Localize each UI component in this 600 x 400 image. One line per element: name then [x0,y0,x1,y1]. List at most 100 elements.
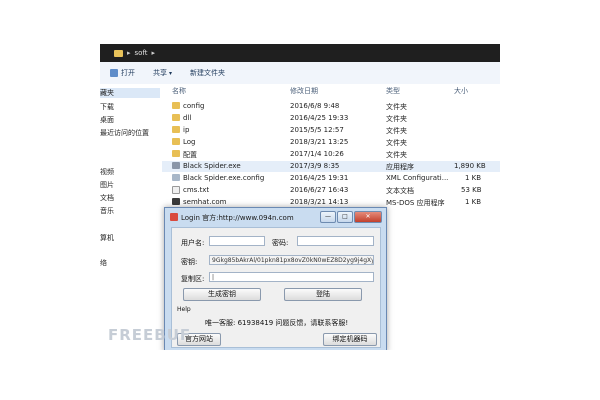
dialog-title-bar[interactable]: Login 官方:http://www.094n.com — □ ✕ [165,208,386,226]
file-date: 2016/6/8 9:48 [290,102,340,110]
nav-item-downloads[interactable]: 下载 [100,102,114,112]
nav-item-documents[interactable]: 文档 [100,193,114,203]
config-file-icon [172,174,180,181]
folder-icon [172,102,180,109]
dos-app-icon [172,198,180,205]
dialog-title: Login 官方:http://www.094n.com [181,214,294,222]
file-type: 文件夹 [386,103,407,111]
maximize-button[interactable]: □ [337,211,353,223]
file-date: 2017/3/9 8:35 [290,162,340,170]
folder-icon [172,150,180,157]
file-name: config [183,102,205,110]
file-date: 2018/3/21 14:13 [290,198,349,206]
help-text: Help [177,306,191,313]
text-file-icon [172,186,180,194]
bind-machine-code-button[interactable]: 绑定机器码 [323,333,377,346]
folder-icon [172,126,180,133]
nav-item-recent[interactable]: 最近访问的位置 [100,128,149,138]
file-row-black-spider-exe[interactable]: Black Spider.exe 2017/3/9 8:35 应用程序 1,89… [162,161,500,172]
nav-item-favorites[interactable]: 藏夹 [100,88,160,98]
username-input[interactable] [209,236,265,246]
exe-icon [172,162,180,169]
file-type: 文件夹 [386,115,407,123]
open-icon [110,69,118,77]
close-button[interactable]: ✕ [354,211,382,223]
nav-item-pictures[interactable]: 图片 [100,180,114,190]
username-label: 用户名: [181,239,205,247]
file-name: ip [183,126,190,134]
breadcrumb-separator: ▸ [127,49,131,57]
file-date: 2016/4/25 19:31 [290,174,349,182]
minimize-button[interactable]: — [320,211,336,223]
column-header-size[interactable]: 大小 [454,86,468,96]
file-size: 53 KB [461,186,482,194]
open-label: 打开 [121,69,135,77]
column-header-name[interactable]: 名称 [172,86,186,96]
file-date: 2018/3/21 13:25 [290,138,349,146]
folder-icon [172,114,180,121]
file-date: 2015/5/5 12:57 [290,126,344,134]
file-name: cms.txt [183,186,210,194]
file-size: 1 KB [465,174,482,182]
breadcrumb-soft[interactable]: soft [135,49,148,57]
file-row-log[interactable]: Log 2018/3/21 13:25 文件夹 [162,137,500,148]
file-type: 文件夹 [386,151,407,159]
nav-item-desktop[interactable]: 桌面 [100,115,114,125]
file-size: 1 KB [465,198,482,206]
file-row-config[interactable]: config 2016/6/8 9:48 文件夹 [162,101,500,112]
file-type: 应用程序 [386,163,414,171]
file-type: 文件夹 [386,127,407,135]
breadcrumb-separator: ▸ [151,49,156,57]
file-date: 2016/4/25 19:33 [290,114,349,122]
nav-item-network[interactable]: 络 [100,258,107,268]
watermark-logo: FREEBUF [108,326,192,344]
folder-icon [114,49,123,57]
nav-item-videos[interactable]: 视频 [100,167,114,177]
file-type: XML Configurati... [386,174,449,182]
open-button[interactable]: 打开 [110,68,135,78]
app-icon [170,213,178,221]
file-name: dll [183,114,192,122]
login-button[interactable]: 登陆 [284,288,362,301]
new-folder-label: 新建文件夹 [190,69,226,77]
column-headers: 名称 修改日期 类型 大小 [162,84,500,96]
column-header-modified[interactable]: 修改日期 [290,86,318,96]
navigation-pane: 藏夹 下载 桌面 最近访问的位置 视频 图片 文档 音乐 算机 络 [100,84,162,350]
support-text: 唯一客服: 61938419 问题反馈，请联系客服! [205,319,349,327]
file-row-config-cn[interactable]: 配置 2017/1/4 10:26 文件夹 [162,149,500,160]
copy-area-input[interactable]: | [209,272,374,282]
file-date: 2016/6/27 16:43 [290,186,349,194]
file-date: 2017/1/4 10:26 [290,150,344,158]
login-dialog: Login 官方:http://www.094n.com — □ ✕ 用户名: … [164,207,387,352]
new-folder-button[interactable]: 新建文件夹 [190,68,225,78]
file-name: Black Spider.exe [183,162,241,170]
file-name: Log [183,138,196,146]
file-type: 文件夹 [386,139,407,147]
nav-item-music[interactable]: 音乐 [100,206,114,216]
file-type: 文本文档 [386,187,414,195]
password-input[interactable] [297,236,374,246]
file-row-ip[interactable]: ip 2015/5/5 12:57 文件夹 [162,125,500,136]
file-row-dll[interactable]: dll 2016/4/25 19:33 文件夹 [162,113,500,124]
file-row-black-spider-config[interactable]: Black Spider.exe.config 2016/4/25 19:31 … [162,173,500,184]
column-header-type[interactable]: 类型 [386,86,400,96]
nav-item-computer[interactable]: 算机 [100,233,114,243]
share-label: 共享 [153,69,167,77]
file-name: semhat.com [183,198,227,206]
chevron-down-icon: ▾ [169,69,173,77]
background-bottom [0,350,600,400]
password-label: 密码: [272,239,289,247]
copy-area-label: 复制区: [181,275,205,283]
background-top [0,0,600,44]
generate-key-button[interactable]: 生成密钥 [183,288,261,301]
file-name: 配置 [183,151,197,159]
dialog-body: 用户名: 密码: 密钥: 9Gkg85bAkrAl/01pkn81px8ovZ0… [171,227,381,348]
toolbar: 打开 共享 ▾ 新建文件夹 [100,62,500,85]
share-button[interactable]: 共享 ▾ [153,68,172,78]
file-type: MS-DOS 应用程序 [386,199,445,207]
key-field[interactable]: 9Gkg85bAkrAl/01pkn81px8ovZ0kN0wEZ8D2yg9j… [209,255,374,265]
key-label: 密钥: [181,258,198,266]
address-bar[interactable]: ▸ soft ▸ [100,44,500,62]
folder-icon [172,138,180,145]
file-row-cms-txt[interactable]: cms.txt 2016/6/27 16:43 文本文档 53 KB [162,185,500,196]
